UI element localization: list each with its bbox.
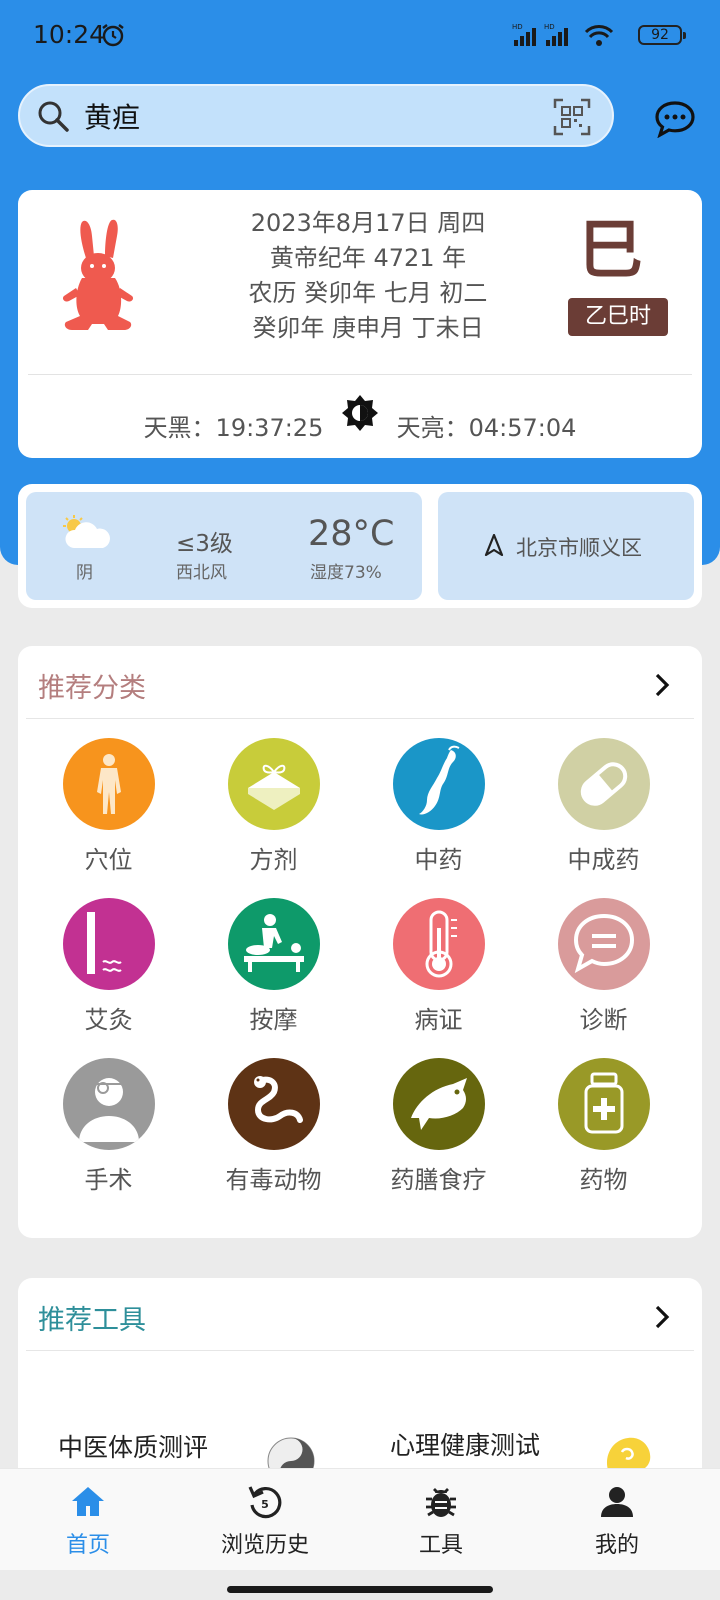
home-icon xyxy=(72,1487,104,1516)
svg-text:5: 5 xyxy=(261,1498,269,1511)
section-title: 推荐工具 xyxy=(38,1305,146,1336)
medicine-bottle-icon xyxy=(557,1058,650,1150)
battery-indicator: 92 xyxy=(638,25,686,45)
category-label: 药物 xyxy=(579,1166,628,1194)
chevron-right-icon[interactable] xyxy=(652,672,672,698)
category-formula[interactable]: 方剂 xyxy=(188,738,359,898)
category-diet-therapy[interactable]: 药膳食疗 xyxy=(353,1058,524,1218)
search-bar[interactable] xyxy=(18,84,614,147)
category-label: 方剂 xyxy=(249,846,298,874)
svg-text:HD: HD xyxy=(512,23,523,31)
category-label: 药膳食疗 xyxy=(390,1166,487,1194)
status-bar: 10:24 HD HD 92 xyxy=(0,0,720,70)
category-disease[interactable]: 病证 xyxy=(353,898,524,1058)
dusk-time: 天黑：19:37:25 xyxy=(143,413,324,442)
category-label: 艾灸 xyxy=(84,1006,133,1034)
status-time: 10:24 xyxy=(33,20,106,49)
chevron-right-icon[interactable] xyxy=(652,1304,672,1330)
day-night-icon xyxy=(342,395,378,431)
nav-label: 浏览历史 xyxy=(220,1533,309,1558)
divider xyxy=(26,718,694,719)
nav-home[interactable]: 首页 xyxy=(28,1483,148,1559)
snake-icon xyxy=(227,1058,320,1150)
category-drug[interactable]: 药物 xyxy=(518,1058,689,1218)
almanac-card[interactable]: 2023年8月17日 周四 黄帝纪年 4721 年 农历 癸卯年 七月 初二 癸… xyxy=(18,190,702,458)
weather-card: 阴 ≤3级 西北风 28°C 湿度73% 北京市顺义区 xyxy=(18,484,702,608)
lunar-date: 农历 癸卯年 七月 初二 xyxy=(248,279,488,307)
moxa-stick-icon xyxy=(62,898,155,990)
search-icon xyxy=(38,101,69,132)
rabbit-zodiac-icon xyxy=(62,219,134,330)
category-surgery[interactable]: 手术 xyxy=(23,1058,194,1218)
nav-label: 我的 xyxy=(594,1533,639,1558)
category-moxibustion[interactable]: 艾灸 xyxy=(23,898,194,1058)
nav-history[interactable]: 5 浏览历史 xyxy=(205,1483,325,1559)
category-label: 有毒动物 xyxy=(225,1166,322,1194)
gregorian-date: 2023年8月17日 周四 xyxy=(250,209,486,237)
thermometer-icon xyxy=(392,898,485,990)
person-icon xyxy=(601,1487,633,1517)
cloudy-icon xyxy=(63,515,110,548)
hour-badge: 乙巳时 xyxy=(568,298,668,336)
herb-package-icon xyxy=(227,738,320,830)
huangdi-year: 黄帝纪年 4721 年 xyxy=(269,244,467,272)
category-label: 穴位 xyxy=(84,846,133,874)
search-input[interactable] xyxy=(84,94,544,138)
category-diagnosis[interactable]: 诊断 xyxy=(518,898,689,1058)
alarm-clock-icon xyxy=(102,24,124,47)
nav-profile[interactable]: 我的 xyxy=(557,1483,677,1559)
capsule-icon xyxy=(557,738,650,830)
navigation-arrow-icon xyxy=(484,534,504,556)
tool-constitution-test[interactable]: 中医体质测评 xyxy=(58,1428,208,1464)
category-venomous-animal[interactable]: 有毒动物 xyxy=(188,1058,359,1218)
dawn-time: 天亮：04:57:04 xyxy=(396,413,577,442)
fish-icon xyxy=(392,1058,485,1150)
category-massage[interactable]: 按摩 xyxy=(188,898,359,1058)
location-panel[interactable]: 北京市顺义区 xyxy=(438,492,694,600)
bug-icon xyxy=(426,1488,456,1517)
category-label: 中成药 xyxy=(567,846,640,874)
speech-bubble-icon xyxy=(557,898,650,990)
surgeon-icon xyxy=(62,1058,155,1150)
category-label: 按摩 xyxy=(249,1006,298,1034)
ginseng-root-icon xyxy=(392,738,485,830)
weather-condition: 阴 xyxy=(76,563,93,583)
hour-branch-glyph: 巳 xyxy=(579,216,643,282)
bottom-navigation: 首页 5 浏览历史 工具 我的 xyxy=(0,1468,720,1570)
category-label: 手术 xyxy=(84,1166,133,1194)
temperature: 28°C xyxy=(308,514,395,554)
history-icon: 5 xyxy=(248,1486,282,1519)
nav-label: 工具 xyxy=(418,1533,463,1558)
svg-text:巳: 巳 xyxy=(579,216,643,282)
wind-level: ≤3级 xyxy=(176,531,233,557)
humidity: 湿度73% xyxy=(310,563,382,583)
recommended-categories-card: 推荐分类 穴位 方剂 中药 中成药 艾灸 按摩 病证 诊断 手术 有毒动物 药膳… xyxy=(18,646,702,1238)
divider xyxy=(28,374,692,375)
category-patent-medicine[interactable]: 中成药 xyxy=(518,738,689,898)
nav-label: 首页 xyxy=(65,1533,110,1558)
tool-mental-health-test[interactable]: 心理健康测试 xyxy=(390,1426,540,1462)
qr-scan-icon[interactable] xyxy=(553,98,591,136)
human-body-icon xyxy=(62,738,155,830)
sun-times: 天黑：19:37:25 天亮：04:57:04 xyxy=(18,394,702,442)
massage-icon xyxy=(227,898,320,990)
category-label: 中药 xyxy=(414,846,463,874)
category-herb[interactable]: 中药 xyxy=(353,738,524,898)
nav-tools[interactable]: 工具 xyxy=(381,1483,501,1559)
weather-panel[interactable]: 阴 ≤3级 西北风 28°C 湿度73% xyxy=(26,492,422,600)
category-label: 诊断 xyxy=(579,1006,628,1034)
ganzhi-date: 癸卯年 庚申月 丁未日 xyxy=(252,314,484,342)
category-label: 病证 xyxy=(414,1006,463,1034)
date-info: 2023年8月17日 周四 黄帝纪年 4721 年 农历 癸卯年 七月 初二 癸… xyxy=(198,206,538,346)
wind-direction: 西北风 xyxy=(176,563,227,583)
svg-text:HD: HD xyxy=(544,23,555,31)
divider xyxy=(26,1350,694,1351)
section-title: 推荐分类 xyxy=(38,673,146,704)
message-icon[interactable] xyxy=(654,100,696,138)
category-acupoint[interactable]: 穴位 xyxy=(23,738,194,898)
location-name: 北京市顺义区 xyxy=(516,536,642,560)
home-indicator[interactable] xyxy=(227,1586,493,1593)
